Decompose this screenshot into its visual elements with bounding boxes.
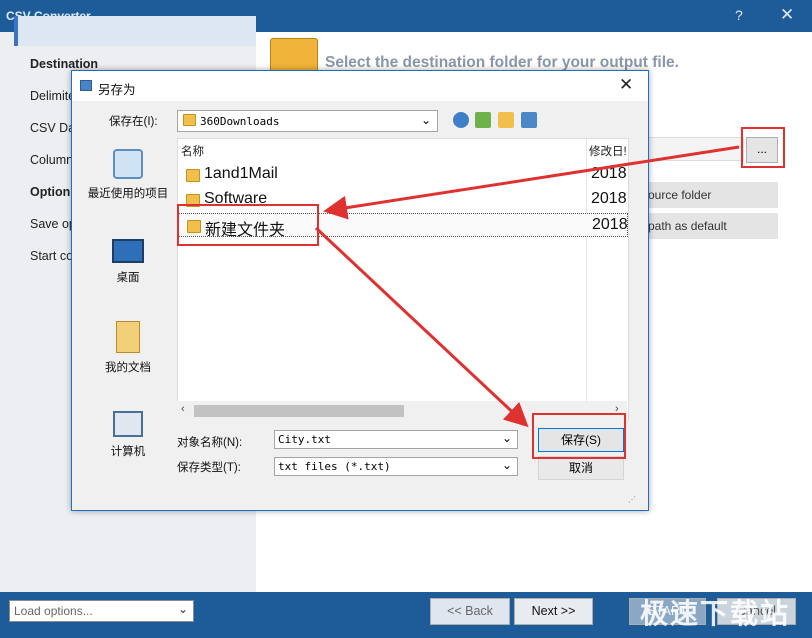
- save-in-combobox[interactable]: 360Downloads ⌄: [177, 110, 438, 132]
- sidebar-item-delimiter[interactable]: Delimite: [30, 89, 75, 103]
- file-name: 1and1Mail: [204, 165, 278, 182]
- sidebar-item-columns[interactable]: Column: [30, 153, 73, 167]
- up-folder-icon[interactable]: [475, 112, 491, 128]
- file-date: 2018: [591, 190, 627, 207]
- sidebar-item-save-options[interactable]: Save op: [30, 217, 76, 231]
- column-header-name[interactable]: 名称: [181, 143, 204, 159]
- back-nav-icon[interactable]: [453, 112, 469, 128]
- next-button[interactable]: Next >>: [514, 598, 593, 625]
- annotation-box-browse: [741, 127, 785, 168]
- save-type-label: 保存类型(T):: [177, 462, 241, 474]
- sidebar-item-start-convert[interactable]: Start co: [30, 249, 73, 263]
- place-label: 我的文档: [105, 362, 151, 374]
- view-menu-icon[interactable]: [521, 112, 537, 128]
- object-name-label: 对象名称(N):: [177, 437, 243, 449]
- save-type-value: txt files (*.txt): [278, 460, 391, 473]
- back-button[interactable]: << Back: [430, 598, 510, 625]
- folder-icon: [270, 38, 318, 74]
- chevron-down-icon: ⌄: [420, 113, 431, 127]
- chevron-down-icon: ⌄: [501, 431, 512, 445]
- sidebar-active-highlight: [14, 16, 256, 46]
- same-as-source-folder-button[interactable]: ource folder: [644, 182, 778, 208]
- file-date: 2018: [592, 216, 628, 233]
- place-recent[interactable]: 最近使用的项目: [80, 149, 176, 201]
- place-label: 计算机: [110, 446, 146, 458]
- place-computer[interactable]: 计算机: [80, 411, 176, 459]
- chevron-down-icon: ⌄: [501, 458, 512, 472]
- dialog-title-bar: 另存为 ✕: [72, 71, 648, 101]
- save-in-label: 保存在(I):: [109, 116, 158, 128]
- place-documents[interactable]: 我的文档: [80, 321, 176, 375]
- dialog-close-icon[interactable]: ✕: [619, 75, 633, 95]
- sidebar-item-options[interactable]: Option: [30, 185, 70, 199]
- help-icon[interactable]: ?: [735, 7, 743, 23]
- folder-icon: [183, 114, 196, 126]
- new-folder-icon[interactable]: [498, 112, 514, 128]
- resize-grip-icon[interactable]: ⋰: [628, 495, 636, 504]
- save-path-as-default-button[interactable]: path as default: [644, 213, 778, 239]
- column-header-modified[interactable]: 修改日!: [589, 143, 627, 159]
- load-options-text: Load options...: [14, 604, 93, 618]
- folder-icon: [186, 169, 200, 182]
- computer-icon: [113, 411, 143, 437]
- save-in-value: 360Downloads: [200, 115, 280, 128]
- file-list[interactable]: 名称 修改日! 1and1Mail 2018 Software 2018 新建文…: [177, 138, 629, 421]
- place-desktop[interactable]: 桌面: [80, 239, 176, 285]
- recent-icon: [113, 149, 143, 179]
- scroll-left-icon[interactable]: ‹: [181, 403, 185, 415]
- dialog-cancel-button[interactable]: 取消: [538, 456, 624, 480]
- documents-icon: [116, 321, 140, 353]
- watermark-logo: 极速下载站: [640, 597, 791, 630]
- dialog-app-icon: [80, 80, 92, 91]
- file-date: 2018: [591, 165, 627, 182]
- places-bar: 最近使用的项目 桌面 我的文档 计算机: [80, 135, 176, 475]
- sidebar-item-destination[interactable]: Destination: [30, 57, 98, 71]
- dialog-title: 另存为: [98, 83, 136, 97]
- chevron-down-icon: ⌄: [177, 602, 188, 616]
- scrollbar-thumb[interactable]: [194, 405, 404, 417]
- list-item[interactable]: 1and1Mail 2018: [178, 163, 628, 187]
- annotation-box-new-folder: [177, 204, 319, 246]
- object-name-value: City.txt: [278, 433, 331, 446]
- place-label: 最近使用的项目: [87, 188, 169, 200]
- object-name-combobox[interactable]: City.txt ⌄: [274, 430, 518, 449]
- annotation-box-save: [532, 413, 626, 459]
- save-type-combobox[interactable]: txt files (*.txt) ⌄: [274, 457, 518, 476]
- sidebar-item-csv-data[interactable]: CSV Da: [30, 121, 75, 135]
- load-options-select[interactable]: Load options... ⌄: [9, 600, 194, 622]
- place-label: 桌面: [116, 272, 140, 284]
- close-icon[interactable]: ✕: [780, 5, 794, 25]
- desktop-icon: [112, 239, 144, 263]
- destination-path-input[interactable]: [640, 137, 744, 161]
